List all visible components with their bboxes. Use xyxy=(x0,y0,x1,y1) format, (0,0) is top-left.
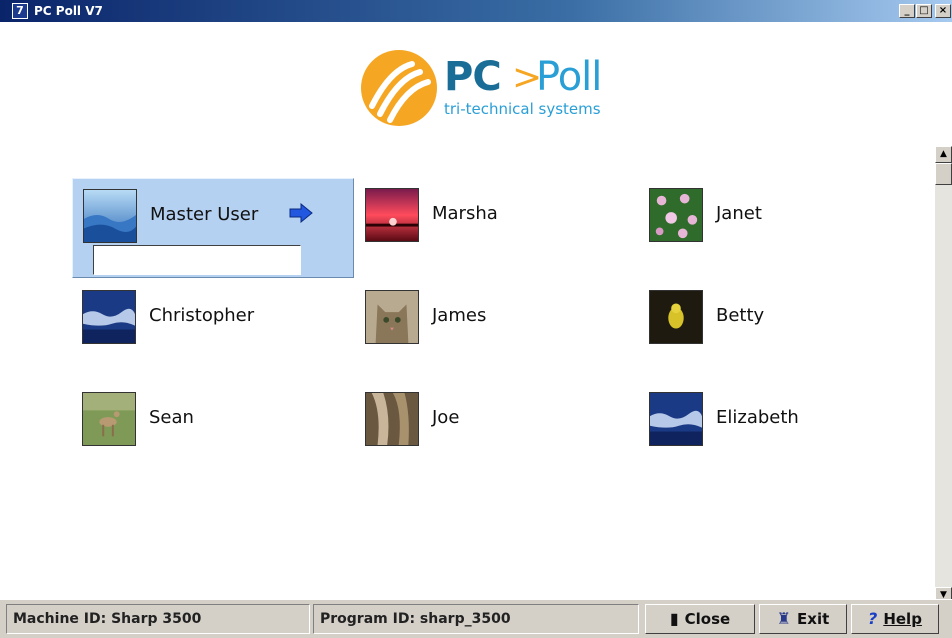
user-name: Sean xyxy=(149,407,194,428)
user-tile-christopher[interactable]: Christopher xyxy=(72,290,342,346)
user-name: Betty xyxy=(716,305,765,326)
scroll-up-icon[interactable]: ▲ xyxy=(935,146,952,163)
maximize-button[interactable]: □ xyxy=(916,4,932,18)
scroll-thumb[interactable] xyxy=(935,163,952,185)
status-bar: Machine ID: Sharp 3500 Program ID: sharp… xyxy=(0,599,952,638)
logo-mark-icon xyxy=(361,50,437,126)
user-avatar xyxy=(365,290,419,344)
user-name: James xyxy=(432,305,487,326)
user-tile-sean[interactable]: Sean xyxy=(72,392,342,448)
exit-button-label: Exit xyxy=(797,610,830,628)
minimize-button[interactable]: _ xyxy=(899,4,915,18)
user-name: Janet xyxy=(716,203,762,224)
pc-poll-logo: PC > Poll tri-technical systems xyxy=(360,48,620,130)
title-bar: 7 PC Poll V7 _ □ × xyxy=(0,0,952,22)
user-avatar xyxy=(365,188,419,242)
program-id-label: Program ID: sharp_3500 xyxy=(313,604,639,634)
door-icon: ▮ xyxy=(669,609,679,628)
logo-poll-text: Poll xyxy=(536,54,602,100)
vertical-scrollbar[interactable]: ▲ ▼ xyxy=(935,146,952,604)
user-name: Marsha xyxy=(432,203,498,224)
window-title: PC Poll V7 xyxy=(34,4,103,18)
help-button-label: Help xyxy=(883,610,922,628)
close-button-label: Close xyxy=(684,610,731,628)
user-name: Elizabeth xyxy=(716,407,799,428)
user-avatar xyxy=(649,188,703,242)
user-name: Christopher xyxy=(149,305,255,326)
user-avatar xyxy=(649,290,703,344)
user-tile-elizabeth[interactable]: Elizabeth xyxy=(639,392,909,448)
user-tile-joe[interactable]: Joe xyxy=(355,392,625,448)
help-button[interactable]: ? Help xyxy=(851,604,939,634)
logo-pc-text: PC xyxy=(444,54,502,100)
user-avatar xyxy=(83,189,137,243)
close-button[interactable]: ▮ Close xyxy=(645,604,755,634)
exit-person-icon: ♜ xyxy=(776,609,792,628)
user-tile-james[interactable]: James xyxy=(355,290,625,346)
machine-id-label: Machine ID: Sharp 3500 xyxy=(6,604,310,634)
user-tile-marsha[interactable]: Marsha xyxy=(355,188,625,244)
user-tile-betty[interactable]: Betty xyxy=(639,290,909,346)
question-mark-icon: ? xyxy=(868,609,878,628)
user-name: Joe xyxy=(432,407,460,428)
arrow-right-icon[interactable] xyxy=(289,203,313,223)
app-icon[interactable]: 7 xyxy=(12,3,28,19)
close-window-button[interactable]: × xyxy=(935,4,951,18)
user-avatar xyxy=(82,392,136,446)
password-input[interactable] xyxy=(93,245,301,275)
user-tile-janet[interactable]: Janet xyxy=(639,188,909,244)
user-tile-master-user[interactable]: Master User xyxy=(72,178,354,278)
exit-button[interactable]: ♜ Exit xyxy=(759,604,847,634)
user-avatar xyxy=(649,392,703,446)
logo-tagline: tri-technical systems xyxy=(444,100,601,118)
user-name: Master User xyxy=(150,204,259,225)
user-avatar xyxy=(365,392,419,446)
user-avatar xyxy=(82,290,136,344)
